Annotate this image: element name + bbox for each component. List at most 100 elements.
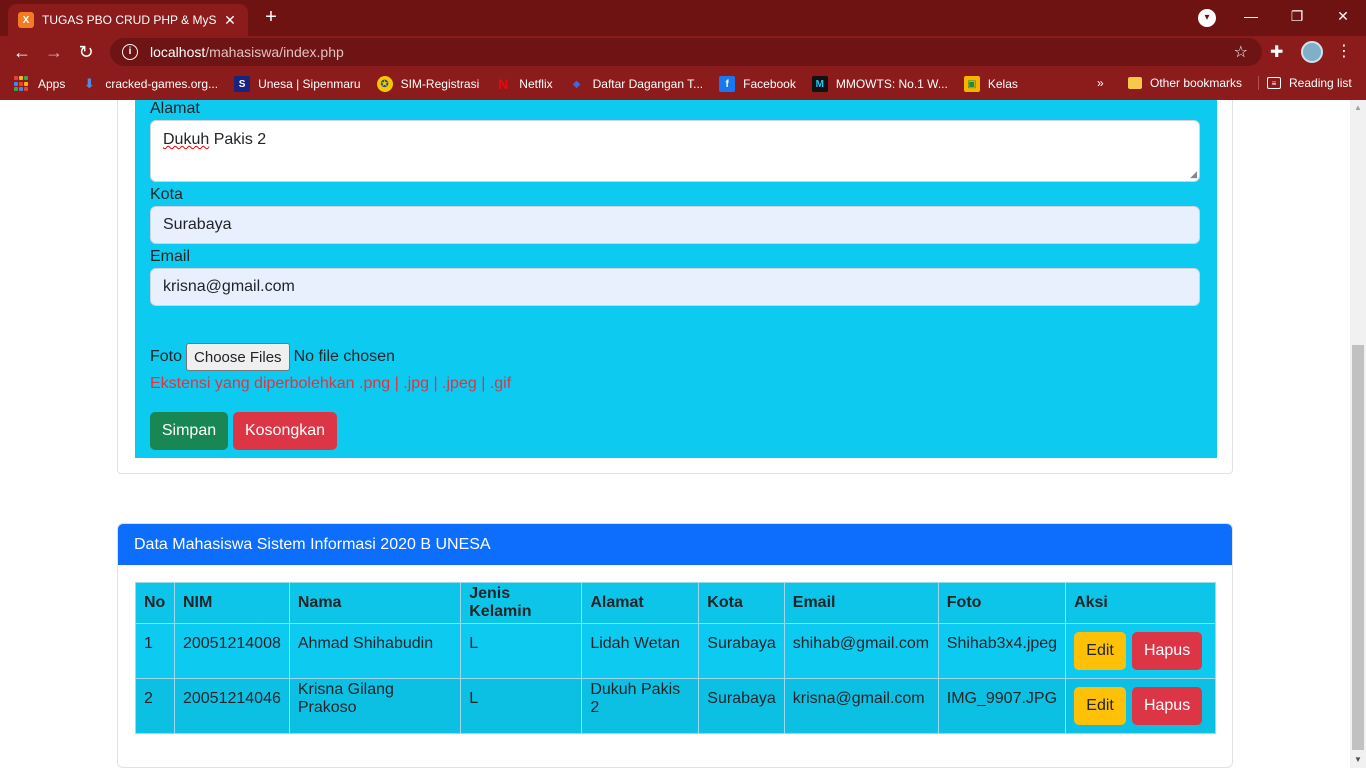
header-foto: Foto: [937, 582, 1067, 624]
back-arrow-icon[interactable]: ←: [10, 40, 34, 64]
other-bookmarks[interactable]: Other bookmarks: [1128, 76, 1242, 90]
download-arrow-icon: ⬇: [83, 76, 95, 91]
table-card-title: Data Mahasiswa Sistem Informasi 2020 B U…: [118, 524, 1232, 565]
cell-jenis-kelamin: L: [460, 623, 583, 679]
kota-value: Surabaya: [163, 216, 232, 233]
address-bar[interactable]: i localhost/mahasiswa/index.php ☆: [110, 38, 1262, 66]
bookmark-daftar-dagangan[interactable]: ◆ Daftar Dagangan T...: [569, 76, 704, 92]
bookmark-mmowts[interactable]: M MMOWTS: No.1 W...: [811, 76, 948, 92]
hapus-button[interactable]: Hapus: [1132, 632, 1203, 670]
bookmark-label: Netflix: [519, 77, 553, 91]
reload-icon[interactable]: ↻: [74, 40, 98, 64]
file-status: No file chosen: [293, 348, 395, 365]
netflix-icon: N: [498, 76, 509, 92]
scroll-down-arrow-icon[interactable]: ▼: [1350, 752, 1366, 768]
unesa-seal-icon: ✪: [376, 76, 393, 92]
xampp-favicon-icon: X: [18, 12, 34, 28]
new-tab-button[interactable]: +: [260, 6, 282, 28]
header-no: No: [135, 582, 175, 624]
bookmark-cracked-games[interactable]: ⬇ cracked-games.org...: [81, 76, 218, 92]
folder-icon: [1128, 77, 1142, 89]
tab-search-icon[interactable]: ▾: [1198, 9, 1216, 27]
m-logo-icon: M: [811, 76, 828, 92]
simpan-button[interactable]: Simpan: [150, 412, 228, 450]
email-label: Email: [150, 248, 191, 265]
classroom-icon: ▣: [963, 76, 980, 92]
edit-button[interactable]: Edit: [1074, 687, 1127, 725]
restore-button[interactable]: ❐: [1274, 0, 1320, 32]
resize-grip-icon[interactable]: ◢: [1190, 170, 1197, 179]
table-row: 1 20051214008 Ahmad Shihabudin L Lidah W…: [135, 623, 1216, 679]
reading-list-label: Reading list: [1289, 76, 1352, 90]
header-kota: Kota: [698, 582, 785, 624]
url-host: localhost: [150, 44, 206, 60]
bookmark-netflix[interactable]: N Netflix: [495, 76, 552, 92]
alamat-textarea[interactable]: Dukuh Pakis 2 ◢: [150, 120, 1200, 182]
cell-no: 2: [135, 678, 175, 734]
edit-button[interactable]: Edit: [1074, 632, 1127, 670]
s-logo-icon: S: [234, 76, 251, 92]
page-viewport: Alamat Dukuh Pakis 2 ◢ Kota Surabaya Ema…: [0, 100, 1350, 768]
bookmark-star-icon[interactable]: ☆: [1234, 42, 1248, 62]
bookmarks-bar: Apps ⬇ cracked-games.org... S Unesa | Si…: [0, 68, 1366, 100]
scroll-up-arrow-icon[interactable]: ▲: [1350, 100, 1366, 116]
cell-no: 1: [135, 623, 175, 679]
close-tab-icon[interactable]: ✕: [222, 12, 238, 29]
table-row: 2 20051214046 Krisna Gilang Prakoso L Du…: [135, 678, 1216, 734]
scrollbar-thumb[interactable]: [1352, 345, 1364, 750]
close-window-button[interactable]: ✕: [1320, 0, 1366, 32]
bookmark-sim-registrasi[interactable]: ✪ SIM-Registrasi: [376, 76, 479, 92]
bookmark-unesa-sipenmaru[interactable]: S Unesa | Sipenmaru: [234, 76, 361, 92]
facebook-icon: f: [719, 76, 736, 92]
email-value: krisna@gmail.com: [163, 278, 295, 295]
form-body: Alamat Dukuh Pakis 2 ◢ Kota Surabaya Ema…: [135, 100, 1217, 458]
url-path: /mahasiswa/index.php: [205, 44, 344, 60]
browser-toolbar: ← → ↻ i localhost/mahasiswa/index.php ☆ …: [0, 36, 1366, 68]
reading-list[interactable]: ≡ Reading list: [1258, 76, 1352, 90]
bookmark-label: Facebook: [743, 77, 796, 91]
mahasiswa-table: No NIM Nama Jenis Kelamin Alamat Kota Em…: [135, 582, 1216, 734]
profile-avatar[interactable]: [1301, 41, 1323, 63]
bookmark-kelas[interactable]: ▣ Kelas: [963, 76, 1018, 92]
kota-input[interactable]: Surabaya: [150, 206, 1200, 244]
tab-strip: X TUGAS PBO CRUD PHP & MySQL ✕ + ▾ — ❐ ✕: [0, 0, 1366, 36]
extensions-puzzle-icon[interactable]: ✚: [1270, 42, 1283, 62]
site-info-icon[interactable]: i: [122, 44, 138, 60]
header-alamat: Alamat: [581, 582, 700, 624]
cell-jenis-kelamin: L: [460, 678, 583, 734]
bookmarks-overflow-chevron[interactable]: »: [1097, 76, 1104, 90]
extension-hint: Ekstensi yang diperbolehkan .png | .jpg …: [150, 375, 512, 392]
browser-menu-icon[interactable]: ⋮: [1336, 41, 1352, 61]
bookmark-label: Apps: [38, 77, 66, 91]
cell-nim: 20051214046: [173, 678, 290, 734]
bookmark-apps[interactable]: Apps: [14, 76, 65, 92]
table-header-row: No NIM Nama Jenis Kelamin Alamat Kota Em…: [135, 582, 1216, 624]
cell-email: krisna@gmail.com: [783, 678, 939, 734]
cell-email: shihab@gmail.com: [783, 623, 939, 679]
cell-nama: Krisna Gilang Prakoso: [288, 678, 462, 734]
cell-kota: Surabaya: [698, 623, 785, 679]
kosongkan-button[interactable]: Kosongkan: [233, 412, 337, 450]
email-input[interactable]: krisna@gmail.com: [150, 268, 1200, 306]
vertical-scrollbar[interactable]: ▲ ▼: [1350, 100, 1366, 768]
bookmark-label: Daftar Dagangan T...: [592, 77, 704, 91]
alamat-value: Dukuh Pakis 2: [163, 131, 267, 148]
forward-arrow-icon[interactable]: →: [42, 40, 66, 64]
bookmark-label: MMOWTS: No.1 W...: [835, 77, 948, 91]
foto-row: Foto Choose Files No file chosen: [150, 343, 395, 371]
minimize-button[interactable]: —: [1228, 0, 1274, 32]
header-nim: NIM: [173, 582, 290, 624]
kota-label: Kota: [150, 186, 183, 203]
header-jenis-kelamin: Jenis Kelamin: [460, 582, 583, 624]
cell-nim: 20051214008: [173, 623, 290, 679]
reading-list-icon: ≡: [1267, 77, 1281, 89]
cell-alamat: Dukuh Pakis 2: [581, 678, 700, 734]
choose-files-button[interactable]: Choose Files: [186, 343, 290, 371]
hapus-button[interactable]: Hapus: [1132, 687, 1203, 725]
bookmark-label: Unesa | Sipenmaru: [258, 77, 361, 91]
bookmark-label: cracked-games.org...: [105, 77, 219, 91]
bookmark-facebook[interactable]: f Facebook: [719, 76, 796, 92]
tab-title: TUGAS PBO CRUD PHP & MySQL: [42, 13, 216, 27]
cell-nama: Ahmad Shihabudin: [288, 623, 462, 679]
browser-tab[interactable]: X TUGAS PBO CRUD PHP & MySQL ✕: [8, 4, 248, 36]
